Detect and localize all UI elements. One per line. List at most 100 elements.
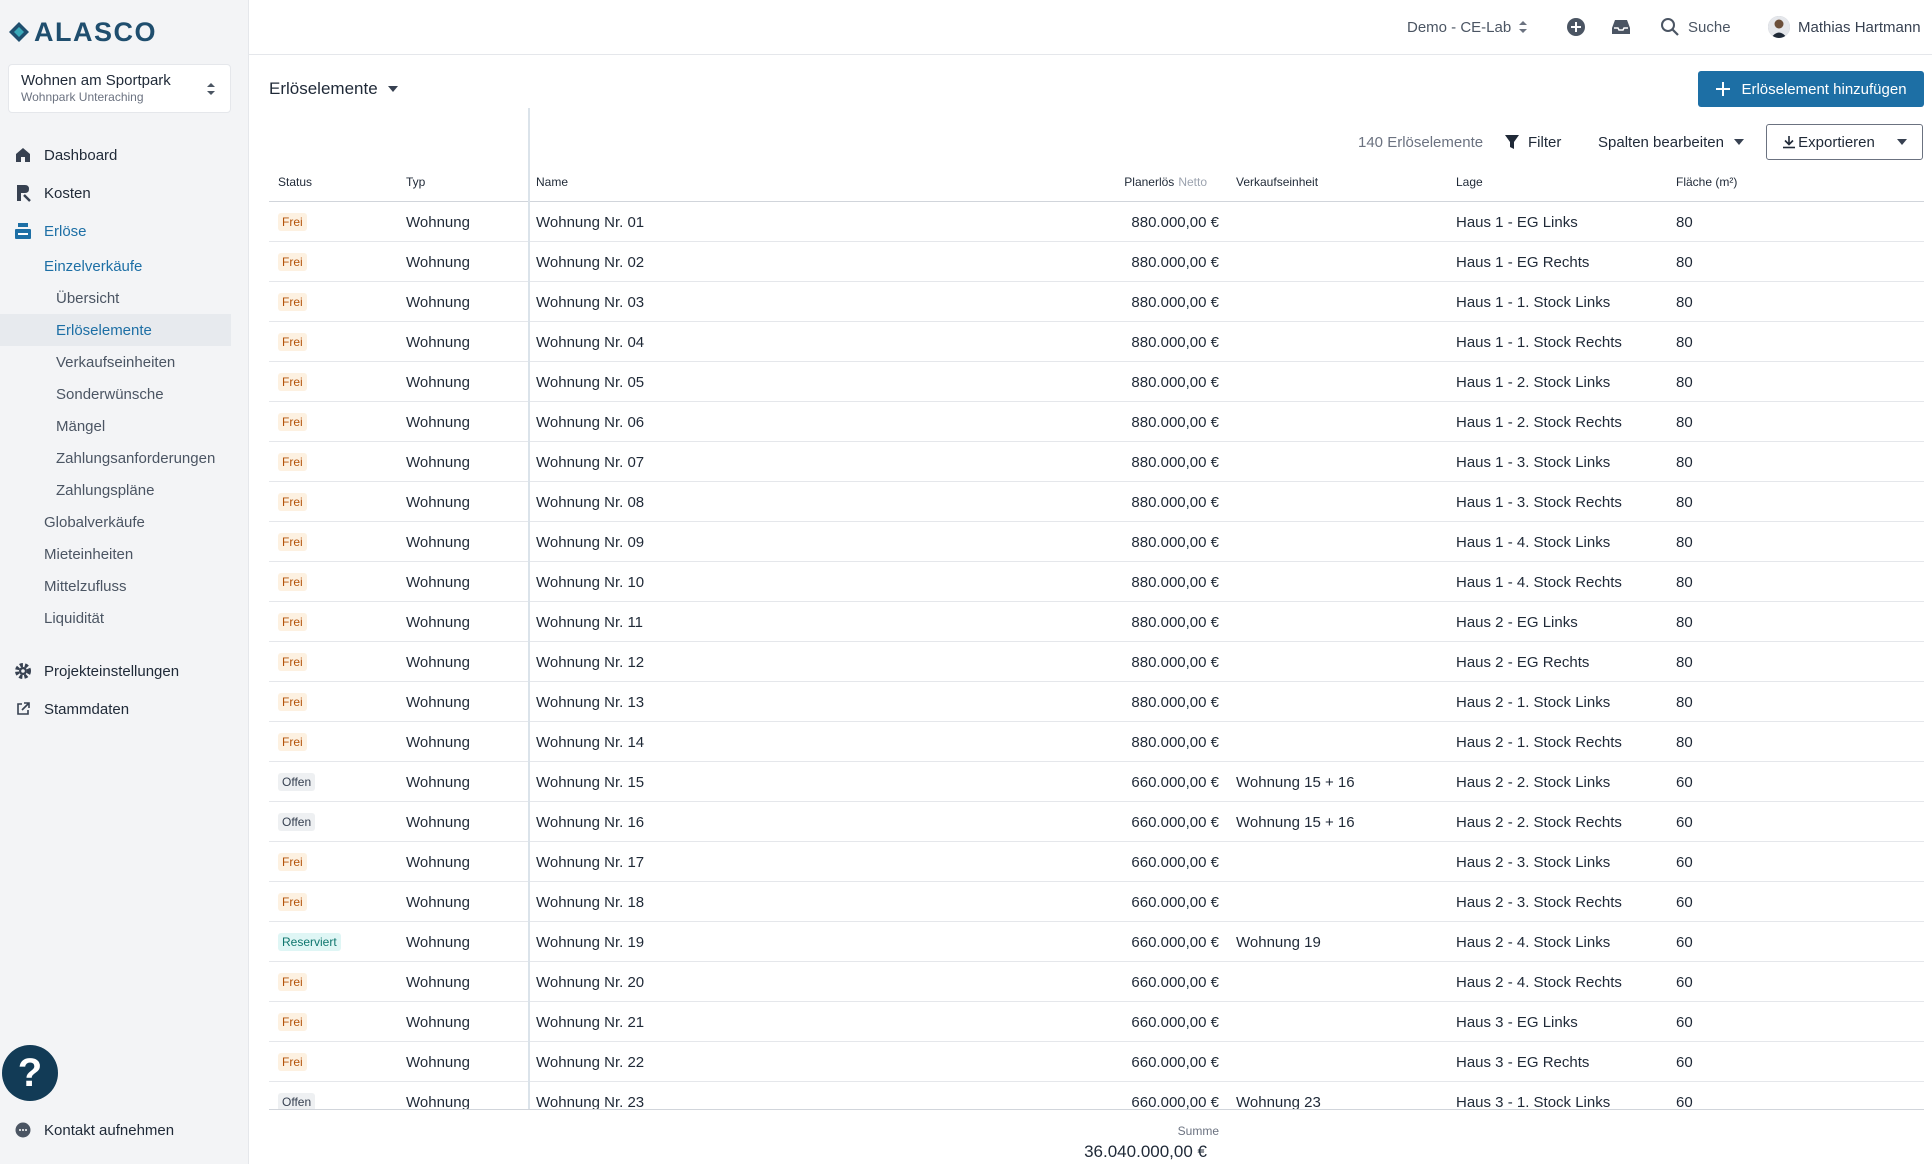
nav-sonderwuensche[interactable]: Sonderwünsche [0,378,248,410]
nav-projekteinstellungen[interactable]: Projekteinstellungen [0,652,248,690]
updown-arrows-icon [1519,21,1528,33]
filter-button[interactable]: Filter [1504,123,1561,161]
table-row[interactable]: Offen Wohnung Wohnung Nr. 16 660.000,00 € Wo… [269,802,1924,842]
cell-status: Frei [278,282,307,322]
chat-icon [14,1121,32,1139]
cell-lage: Haus 2 - 4. Stock Rechts [1456,973,1622,991]
edit-columns-button[interactable]: Spalten bearbeiten [1598,123,1744,161]
table-row[interactable]: Frei Wohnung Wohnung Nr. 04 880.000,00 € Hau… [269,322,1924,362]
cell-planerloes: 880.000,00 € [1131,333,1219,351]
header-typ[interactable]: Typ [406,162,425,202]
nav-kosten[interactable]: Kosten [0,174,248,212]
plus-icon [1716,82,1731,96]
table-row[interactable]: Reserviert Wohnung Wohnung Nr. 19 660.000,0… [269,922,1924,962]
status-badge: Frei [278,253,307,271]
home-icon [14,146,32,164]
caret-down-icon [1896,139,1907,145]
cell-status: Frei [278,642,307,682]
cell-flaeche: 80 [1676,373,1693,391]
table-row[interactable]: Frei Wohnung Wohnung Nr. 11 880.000,00 € Hau… [269,602,1924,642]
cell-typ: Wohnung [406,853,470,871]
table-row[interactable]: Frei Wohnung Wohnung Nr. 14 880.000,00 € Hau… [269,722,1924,762]
nav-verkaufseinheiten[interactable]: Verkaufseinheiten [0,346,248,378]
table-row[interactable]: Frei Wohnung Wohnung Nr. 08 880.000,00 € Hau… [269,482,1924,522]
nav-dashboard[interactable]: Dashboard [0,136,248,174]
nav-zahlungsanforderungen[interactable]: Zahlungsanforderungen [0,442,248,474]
header-lage[interactable]: Lage [1456,162,1483,202]
table-row[interactable]: Frei Wohnung Wohnung Nr. 21 660.000,00 € Hau… [269,1002,1924,1042]
table-row[interactable]: Frei Wohnung Wohnung Nr. 05 880.000,00 € Hau… [269,362,1924,402]
add-button-label: Erlöselement hinzufügen [1741,80,1907,98]
header-verkaufseinheit[interactable]: Verkaufseinheit [1236,162,1318,202]
table-row[interactable]: Frei Wohnung Wohnung Nr. 17 660.000,00 € Hau… [269,842,1924,882]
table-row[interactable]: Offen Wohnung Wohnung Nr. 23 660.000,00 € Wo… [269,1082,1924,1109]
header-planerloes[interactable]: Planerlös Netto [799,162,1219,202]
table-row[interactable]: Frei Wohnung Wohnung Nr. 12 880.000,00 € Hau… [269,642,1924,682]
cell-typ: Wohnung [406,453,470,471]
add-erloeselement-button[interactable]: Erlöselement hinzufügen [1698,71,1924,107]
cell-typ: Wohnung [406,693,470,711]
search-button[interactable]: Suche [1660,0,1731,54]
header-status[interactable]: Status [278,162,312,202]
header-flaeche[interactable]: Fläche (m²) [1676,162,1737,202]
logo[interactable]: ALASCO [8,17,157,47]
cell-flaeche: 60 [1676,933,1693,951]
table-row[interactable]: Frei Wohnung Wohnung Nr. 06 880.000,00 € Hau… [269,402,1924,442]
cell-planerloes: 880.000,00 € [1131,213,1219,231]
table-row[interactable]: Frei Wohnung Wohnung Nr. 02 880.000,00 € Hau… [269,242,1924,282]
cell-name: Wohnung Nr. 09 [536,533,645,551]
cell-lage: Haus 1 - EG Links [1456,213,1578,231]
nav-erloeselemente[interactable]: Erlöselemente [0,314,231,346]
nav-zahlungsplaene[interactable]: Zahlungspläne [0,474,248,506]
cell-lage: Haus 2 - 1. Stock Rechts [1456,733,1622,751]
cell-typ: Wohnung [406,373,470,391]
nav-liquiditaet[interactable]: Liquidität [0,602,248,634]
table-row[interactable]: Frei Wohnung Wohnung Nr. 22 660.000,00 € Hau… [269,1042,1924,1082]
nav-erloese[interactable]: Erlöse [0,212,248,250]
environment-selector[interactable]: Demo - CE-Lab [1407,0,1528,54]
table-row[interactable]: Frei Wohnung Wohnung Nr. 10 880.000,00 € Hau… [269,562,1924,602]
main-nav: Dashboard Kosten Erlöse Einzelverkäufe Ü… [0,136,248,728]
table-row[interactable]: Offen Wohnung Wohnung Nr. 15 660.000,00 € Wo… [269,762,1924,802]
table-row[interactable]: Frei Wohnung Wohnung Nr. 09 880.000,00 € Hau… [269,522,1924,562]
contact-button[interactable]: Kontakt aufnehmen [14,1121,174,1139]
nav-globalverkaeufe[interactable]: Globalverkäufe [0,506,248,538]
table-row[interactable]: Frei Wohnung Wohnung Nr. 07 880.000,00 € Hau… [269,442,1924,482]
cell-planerloes: 880.000,00 € [1131,253,1219,271]
nav-maengel[interactable]: Mängel [0,410,248,442]
external-link-icon [14,700,32,718]
nav-stammdaten[interactable]: Stammdaten [0,690,248,728]
project-subtitle: Wohnpark Unteraching [21,90,144,104]
cell-typ: Wohnung [406,893,470,911]
user-photo-icon [1768,16,1790,38]
nav-mittelzufluss[interactable]: Mittelzufluss [0,570,248,602]
cell-planerloes: 880.000,00 € [1131,533,1219,551]
table-row[interactable]: Frei Wohnung Wohnung Nr. 20 660.000,00 € Hau… [269,962,1924,1002]
inbox-button[interactable] [1611,0,1631,54]
cell-typ: Wohnung [406,613,470,631]
table-row[interactable]: Frei Wohnung Wohnung Nr. 13 880.000,00 € Hau… [269,682,1924,722]
nav-mieteinheiten[interactable]: Mieteinheiten [0,538,248,570]
nav-uebersicht[interactable]: Übersicht [0,282,248,314]
cell-flaeche: 60 [1676,893,1693,911]
table-row[interactable]: Frei Wohnung Wohnung Nr. 01 880.000,00 € Hau… [269,202,1924,242]
status-badge: Frei [278,733,307,751]
table-row[interactable]: Frei Wohnung Wohnung Nr. 18 660.000,00 € Hau… [269,882,1924,922]
cell-flaeche: 80 [1676,653,1693,671]
cell-planerloes: 880.000,00 € [1131,493,1219,511]
help-button[interactable]: ? [2,1045,58,1101]
cell-name: Wohnung Nr. 07 [536,453,645,471]
cell-lage: Haus 3 - EG Rechts [1456,1053,1590,1071]
export-button[interactable]: Exportieren [1766,124,1923,160]
nav-einzelverkaeufe[interactable]: Einzelverkäufe [0,250,248,282]
table-row[interactable]: Frei Wohnung Wohnung Nr. 03 880.000,00 € Hau… [269,282,1924,322]
filter-label: Filter [1528,133,1562,151]
header-name[interactable]: Name [536,162,568,202]
cell-lage: Haus 1 - 2. Stock Links [1456,373,1611,391]
project-selector[interactable]: Wohnen am Sportpark Wohnpark Unteraching [8,64,231,113]
create-button[interactable] [1566,0,1586,54]
user-menu[interactable]: Mathias Hartmann [1768,0,1921,54]
cell-name: Wohnung Nr. 16 [536,813,645,831]
page-title-dropdown[interactable]: Erlöselemente [269,79,398,99]
cell-flaeche: 80 [1676,573,1693,591]
